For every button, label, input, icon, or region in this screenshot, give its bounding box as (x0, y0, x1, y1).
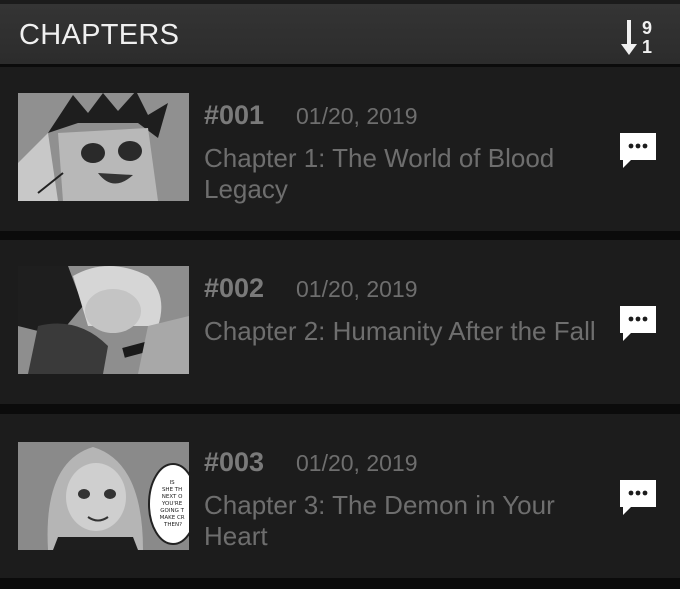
chapter-thumbnail-2[interactable] (18, 266, 189, 374)
chapter-title-3[interactable]: Chapter 3: The Demon in Your Heart (204, 490, 604, 552)
comment-icon[interactable] (617, 130, 659, 170)
sort-descending-9-1-icon (621, 20, 637, 55)
chapter-row-1[interactable]: #001 01/20, 2019 Chapter 1: The World of… (0, 67, 680, 231)
sort-label-high: 9 (642, 18, 653, 38)
svg-text:IS SHE TH NEXT: IS SHE TH NEXT O YOU'RE GOING T MAKE CR … (160, 480, 187, 528)
thumb3-bubble-line-1: IS (170, 480, 176, 486)
comment-icon[interactable] (617, 477, 659, 517)
thumb3-bubble-line-6: MAKE CR (160, 515, 185, 521)
chapter-thumbnail-3[interactable]: IS SHE TH NEXT O YOU'RE GOING T MAKE CR … (18, 442, 189, 550)
thumb3-bubble-line-3: NEXT O (162, 494, 183, 500)
chapter-number-1: #001 (204, 100, 265, 130)
chapters-header: CHAPTERS 9 1 (0, 0, 680, 64)
chapter-date-3: 01/20, 2019 (296, 450, 418, 476)
sort-label-low: 1 (642, 37, 653, 57)
chapter-row-2[interactable]: #002 01/20, 2019 Chapter 2: Humanity Aft… (0, 240, 680, 404)
thumb3-bubble-line-5: GOING T (160, 508, 184, 514)
chapter-number-2: #002 (204, 273, 265, 303)
header-title: CHAPTERS (19, 19, 180, 51)
comment-icon[interactable] (617, 303, 659, 343)
sort-order-button[interactable]: 9 1 (616, 15, 662, 59)
chapter-date-1: 01/20, 2019 (296, 103, 418, 129)
chapter-number-3: #003 (204, 447, 265, 477)
chapter-row-3[interactable]: IS SHE TH NEXT O YOU'RE GOING T MAKE CR … (0, 414, 680, 578)
thumb3-bubble-line-7: THEN? (163, 522, 182, 528)
chapter-date-2: 01/20, 2019 (296, 276, 418, 302)
thumb3-bubble-line-4: YOU'RE (161, 501, 183, 507)
chapter-thumbnail-1[interactable] (18, 93, 189, 201)
thumb3-bubble-line-2: SHE TH (162, 487, 182, 493)
chapter-title-1[interactable]: Chapter 1: The World of Blood Legacy (204, 143, 604, 205)
chapter-title-2[interactable]: Chapter 2: Humanity After the Fall (204, 316, 604, 347)
